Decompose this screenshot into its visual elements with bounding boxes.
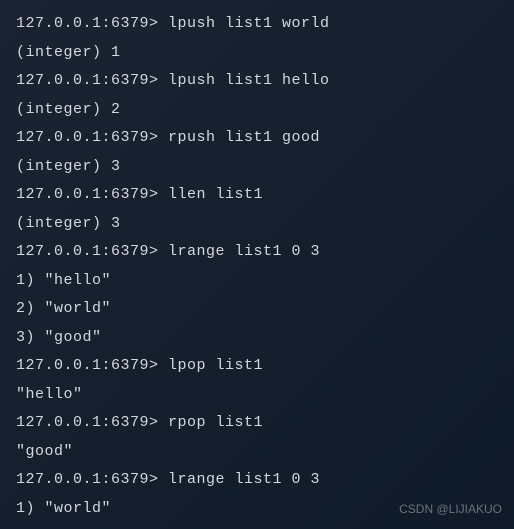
terminal-line: 127.0.0.1:6379> lrange list1 0 3 <box>16 238 498 267</box>
watermark-text: CSDN @LIJIAKUO <box>399 498 502 521</box>
terminal-line: "hello" <box>16 381 498 410</box>
terminal-line: 127.0.0.1:6379> rpush list1 good <box>16 124 498 153</box>
terminal-line: 127.0.0.1:6379> lpush list1 hello <box>16 67 498 96</box>
terminal-line: 127.0.0.1:6379> lpush list1 world <box>16 10 498 39</box>
terminal-line: 127.0.0.1:6379> llen list1 <box>16 181 498 210</box>
terminal-line: 2) "world" <box>16 295 498 324</box>
terminal-line: 127.0.0.1:6379> rpop list1 <box>16 409 498 438</box>
terminal-line: 3) "good" <box>16 324 498 353</box>
terminal-line: (integer) 2 <box>16 96 498 125</box>
terminal-output: 127.0.0.1:6379> lpush list1 world(intege… <box>16 10 498 523</box>
terminal-line: 127.0.0.1:6379> lrange list1 0 3 <box>16 466 498 495</box>
terminal-line: 1) "hello" <box>16 267 498 296</box>
terminal-line: (integer) 3 <box>16 210 498 239</box>
terminal-line: "good" <box>16 438 498 467</box>
terminal-line: 127.0.0.1:6379> lpop list1 <box>16 352 498 381</box>
terminal-line: (integer) 1 <box>16 39 498 68</box>
terminal-line: (integer) 3 <box>16 153 498 182</box>
